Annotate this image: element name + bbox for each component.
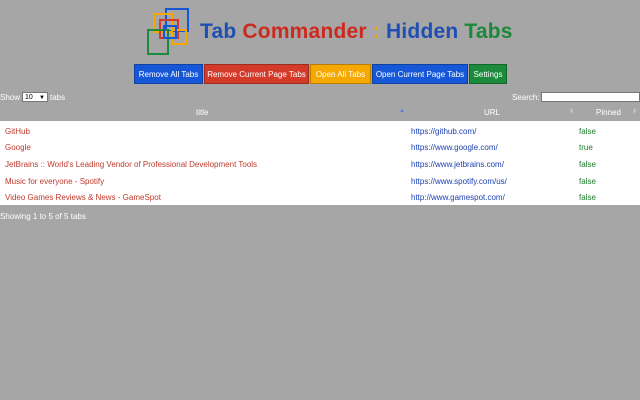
tab-commander-logo-icon [147, 8, 189, 55]
settings-button[interactable]: Settings [469, 64, 507, 84]
title-part-1: Tab [200, 20, 243, 43]
tab-url[interactable]: https://github.com/ [411, 127, 476, 136]
tab-url[interactable]: https://www.google.com/ [411, 143, 498, 152]
sort-asc-icon[interactable]: ▲ [399, 108, 405, 114]
table-row[interactable]: Google https://www.google.com/ true [0, 139, 640, 155]
tab-url[interactable]: https://www.jetbrains.com/ [411, 160, 504, 169]
page-size-select[interactable]: 10 ▼ [22, 92, 48, 102]
tab-title[interactable]: JetBrains :: World's Leading Vendor of P… [5, 160, 257, 169]
tab-pinned: false [579, 160, 596, 169]
page-title: Tab Commander : Hidden Tabs [200, 20, 513, 44]
tab-title[interactable]: GitHub [5, 127, 30, 136]
remove-all-tabs-button[interactable]: Remove All Tabs [134, 64, 203, 84]
sort-both-icon[interactable]: ⬍ [632, 108, 637, 115]
tab-url[interactable]: https://www.spotify.com/us/ [411, 177, 507, 186]
column-header-pinned[interactable]: Pinned [596, 108, 621, 117]
table-info: Showing 1 to 5 of 5 tabs [0, 212, 86, 221]
tab-title[interactable]: Google [5, 143, 31, 152]
tabs-table: GitHub https://github.com/ false Google … [0, 121, 640, 205]
column-header-url[interactable]: URL [484, 108, 500, 117]
page-size-value: 10 [25, 94, 33, 101]
table-row[interactable]: GitHub https://github.com/ false [0, 123, 640, 139]
tabs-label: tabs [50, 93, 66, 102]
title-part-3: : [366, 20, 387, 43]
show-label: Show [0, 93, 21, 102]
tab-pinned: false [579, 127, 596, 136]
table-row[interactable]: Video Games Reviews & News - GameSpot ht… [0, 189, 640, 205]
search-input[interactable] [541, 92, 640, 102]
table-row[interactable]: JetBrains :: World's Leading Vendor of P… [0, 156, 640, 172]
search-label: Search: [512, 93, 540, 102]
tab-url[interactable]: http://www.gamespot.com/ [411, 193, 505, 202]
tab-pinned: false [579, 177, 596, 186]
tab-pinned: false [579, 193, 596, 202]
title-part-4: Hidden [386, 20, 465, 43]
header: Tab Commander : Hidden Tabs [0, 0, 640, 62]
table-header: title ▲ URL ⬍ Pinned ⬍ [0, 106, 640, 120]
open-all-tabs-button[interactable]: Open All Tabs [310, 64, 371, 84]
tab-pinned: true [579, 143, 593, 152]
tab-title[interactable]: Music for everyone - Spotify [5, 177, 104, 186]
title-part-5: Tabs [464, 20, 513, 43]
column-header-title[interactable]: title [196, 108, 208, 117]
table-row[interactable]: Music for everyone - Spotify https://www… [0, 173, 640, 189]
title-part-2: Commander [242, 20, 367, 43]
tab-title[interactable]: Video Games Reviews & News - GameSpot [5, 193, 161, 202]
table-controls: Show 10 ▼ tabs Search: [0, 92, 640, 104]
chevron-down-icon: ▼ [39, 95, 45, 101]
open-current-page-tabs-button[interactable]: Open Current Page Tabs [372, 64, 468, 84]
sort-both-icon[interactable]: ⬍ [569, 108, 574, 115]
remove-current-page-tabs-button[interactable]: Remove Current Page Tabs [204, 64, 309, 84]
